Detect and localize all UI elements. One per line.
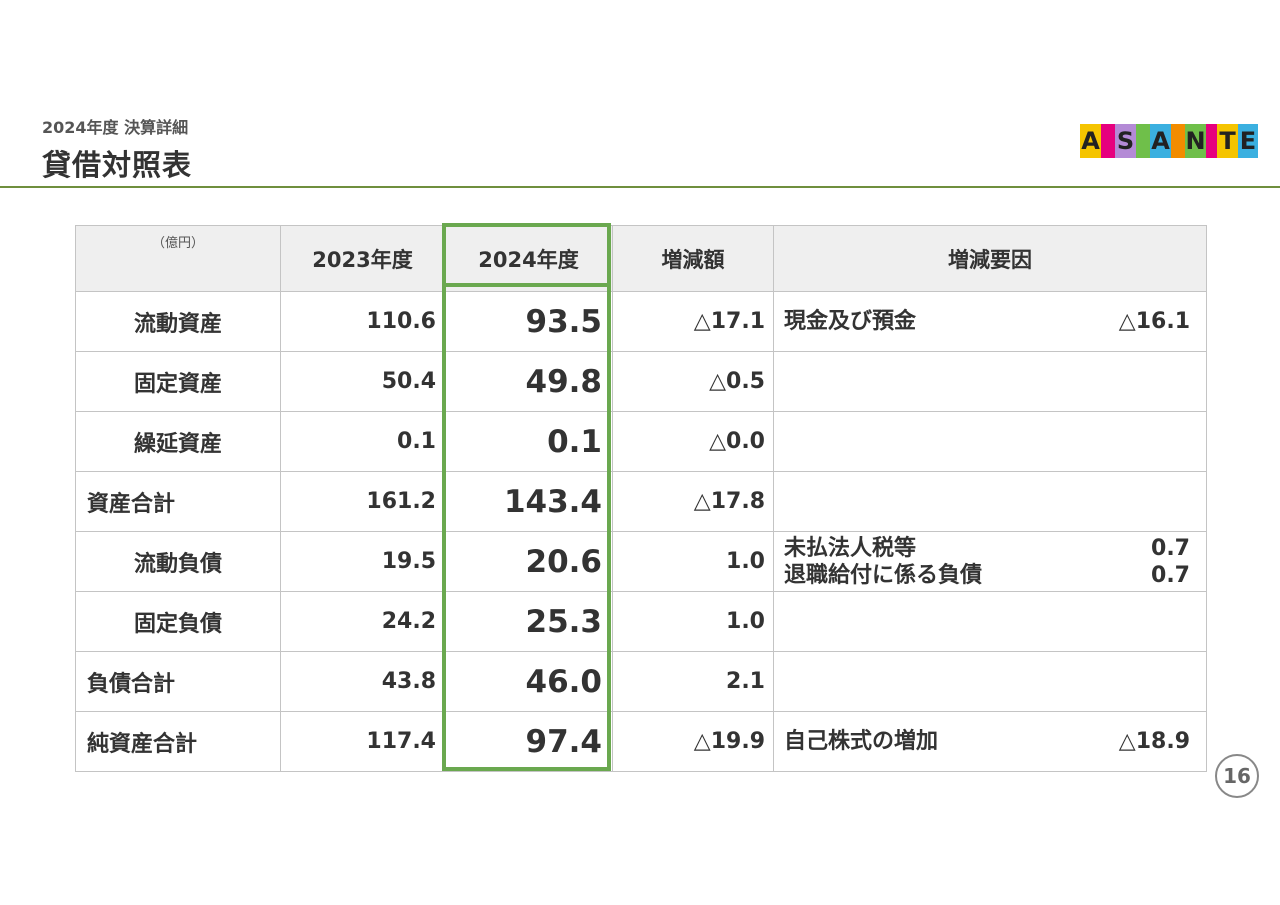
value-2023: 50.4 xyxy=(280,351,445,412)
reason-cell: 自己株式の増加 △18.9 xyxy=(773,711,1207,772)
value-2024: 46.0 xyxy=(444,651,613,712)
value-diff: △19.9 xyxy=(612,711,774,772)
value-2024: 20.6 xyxy=(444,531,613,592)
reason-cell: 未払法人税等 0.7 退職給付に係る負債 0.7 xyxy=(773,531,1207,592)
row-label: 純資産合計 xyxy=(75,711,281,772)
reason-cell xyxy=(773,351,1207,412)
value-diff: △0.5 xyxy=(612,351,774,412)
value-2023: 110.6 xyxy=(280,291,445,352)
table-header-row: （億円） 2023年度 2024年度 増減額 増減要因 xyxy=(75,225,1207,292)
value-2024: 25.3 xyxy=(444,591,613,652)
page-number: 16 xyxy=(1215,754,1259,798)
table-row: 流動資産 110.6 93.5 △17.1 現金及び預金 △16.1 xyxy=(75,291,1207,352)
logo-letter: A xyxy=(1080,124,1101,158)
value-2023: 161.2 xyxy=(280,471,445,532)
value-diff: 1.0 xyxy=(612,591,774,652)
column-header-2024: 2024年度 xyxy=(444,225,613,292)
value-2023: 117.4 xyxy=(280,711,445,772)
reason-value: △16.1 xyxy=(1118,308,1190,334)
balance-sheet-table: （億円） 2023年度 2024年度 増減額 増減要因 流動資産 110.6 93.… xyxy=(75,225,1207,772)
reason-value: 0.7 xyxy=(1151,562,1190,588)
reason-value: 0.7 xyxy=(1151,535,1190,561)
reason-line: 現金及び預金 △16.1 xyxy=(784,308,1190,336)
table-row: 固定資産 50.4 49.8 △0.5 xyxy=(75,351,1207,412)
unit-label: （億円） xyxy=(75,225,281,292)
logo-block xyxy=(1136,124,1150,158)
table-row: 資産合計 161.2 143.4 △17.8 xyxy=(75,471,1207,532)
table-row: 繰延資産 0.1 0.1 △0.0 xyxy=(75,411,1207,472)
table-row: 純資産合計 117.4 97.4 △19.9 自己株式の増加 △18.9 xyxy=(75,711,1207,772)
reason-cell xyxy=(773,591,1207,652)
value-diff: △17.8 xyxy=(612,471,774,532)
row-label: 資産合計 xyxy=(75,471,281,532)
logo-block xyxy=(1171,124,1185,158)
reason-line: 退職給付に係る負債 0.7 xyxy=(784,562,1190,589)
table-row: 負債合計 43.8 46.0 2.1 xyxy=(75,651,1207,712)
reason-text: 現金及び預金 xyxy=(784,308,917,334)
value-2023: 19.5 xyxy=(280,531,445,592)
header-divider xyxy=(0,186,1280,188)
row-label: 繰延資産 xyxy=(75,411,281,472)
value-2024: 143.4 xyxy=(444,471,613,532)
logo-letter: N xyxy=(1185,124,1206,158)
value-2024: 0.1 xyxy=(444,411,613,472)
page-title: 貸借対照表 xyxy=(42,148,193,182)
logo-block xyxy=(1101,124,1115,158)
reason-cell: 現金及び預金 △16.1 xyxy=(773,291,1207,352)
value-2024: 49.8 xyxy=(444,351,613,412)
column-header-2023: 2023年度 xyxy=(280,225,445,292)
value-2024: 93.5 xyxy=(444,291,613,352)
row-label: 固定負債 xyxy=(75,591,281,652)
row-label: 固定資産 xyxy=(75,351,281,412)
company-logo: A S A N T E xyxy=(1080,124,1258,160)
value-2024: 97.4 xyxy=(444,711,613,772)
reason-value: △18.9 xyxy=(1118,728,1190,754)
value-2023: 0.1 xyxy=(280,411,445,472)
highlight-header-separator xyxy=(442,283,611,287)
table-row: 固定負債 24.2 25.3 1.0 xyxy=(75,591,1207,652)
reason-line: 未払法人税等 0.7 xyxy=(784,535,1190,562)
reason-text: 退職給付に係る負債 xyxy=(784,562,983,588)
column-header-diff: 増減額 xyxy=(612,225,774,292)
column-header-reason: 増減要因 xyxy=(773,225,1207,292)
reason-line: 自己株式の増加 △18.9 xyxy=(784,728,1190,756)
logo-letter: E xyxy=(1238,124,1258,158)
row-label: 負債合計 xyxy=(75,651,281,712)
table-row: 流動負債 19.5 20.6 1.0 未払法人税等 0.7 退職給付に係る負債 0.7 xyxy=(75,531,1207,592)
value-2023: 43.8 xyxy=(280,651,445,712)
reason-cell xyxy=(773,471,1207,532)
reason-cell xyxy=(773,651,1207,712)
logo-letter: S xyxy=(1115,124,1136,158)
reason-cell xyxy=(773,411,1207,472)
row-label: 流動負債 xyxy=(75,531,281,592)
logo-letter: A xyxy=(1150,124,1171,158)
reason-text: 自己株式の増加 xyxy=(784,728,939,754)
value-2023: 24.2 xyxy=(280,591,445,652)
value-diff: 1.0 xyxy=(612,531,774,592)
value-diff: 2.1 xyxy=(612,651,774,712)
page-subtitle: 2024年度 決算詳細 xyxy=(42,118,189,137)
row-label: 流動資産 xyxy=(75,291,281,352)
reason-text: 未払法人税等 xyxy=(784,535,917,561)
logo-letter: T xyxy=(1217,124,1238,158)
value-diff: △17.1 xyxy=(612,291,774,352)
logo-block xyxy=(1206,124,1217,158)
value-diff: △0.0 xyxy=(612,411,774,472)
